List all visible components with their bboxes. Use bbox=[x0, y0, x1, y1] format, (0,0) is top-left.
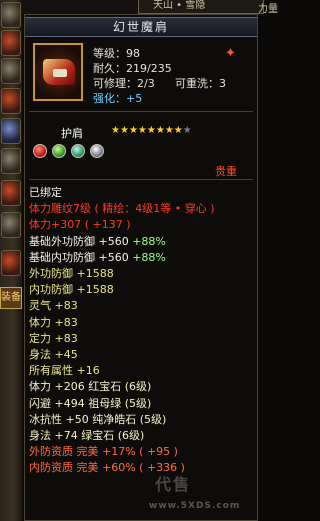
attribute-text: 体力 +83 bbox=[29, 315, 78, 329]
attribute-text: 外防资质 完美 +17% ( +95 ) bbox=[29, 445, 178, 459]
rewash-row: 可重洗：3 bbox=[175, 75, 226, 91]
divider bbox=[29, 111, 253, 112]
attribute-bonus: +88% bbox=[132, 250, 166, 264]
gem-red-icon[interactable] bbox=[33, 144, 47, 158]
rewash-value: 3 bbox=[219, 77, 226, 90]
attribute-text: 已绑定 bbox=[29, 186, 62, 199]
star-filled-icon: ★ bbox=[137, 125, 147, 136]
level-value: 98 bbox=[126, 47, 140, 60]
skill-slot-icon[interactable] bbox=[1, 2, 21, 28]
attribute-line: 基础内功防御 +560 +88% bbox=[29, 250, 166, 265]
star-filled-icon: ★ bbox=[164, 125, 174, 136]
attribute-line: 定力 +83 bbox=[29, 331, 78, 346]
rewash-label: 可重洗： bbox=[175, 77, 219, 90]
repair-value: 2/3 bbox=[137, 77, 155, 90]
attribute-line: 外功防御 +1588 bbox=[29, 266, 114, 281]
star-filled-icon: ★ bbox=[155, 125, 165, 136]
attribute-text: 基础外功防御 +560 bbox=[29, 234, 133, 248]
value-tag: 贵重 bbox=[215, 165, 237, 178]
shoulder-armor-icon bbox=[33, 43, 83, 101]
attribute-line: 闪避 +494 祖母绿 (5级) bbox=[29, 396, 151, 411]
attribute-text: 所有属性 +16 bbox=[29, 364, 100, 378]
durability-row: 耐久：219/235 bbox=[93, 60, 172, 76]
star-filled-icon: ★ bbox=[128, 125, 138, 136]
watermark: 代售 www.5XDS.com bbox=[149, 471, 275, 511]
star-filled-icon: ★ bbox=[119, 125, 129, 136]
item-name: 幻世魔肩 bbox=[25, 17, 257, 37]
attribute-line: 体力雕纹7级 ( 精绘：4级1等 • 穿心 ) bbox=[29, 201, 215, 216]
top-bar: 天山 • 雪隐 力量 bbox=[22, 0, 278, 15]
skill-slot-icon[interactable] bbox=[1, 148, 21, 174]
attribute-line: 身法 +74 绿宝石 (6级) bbox=[29, 428, 144, 443]
repair-row: 可修理：2/3 bbox=[93, 75, 155, 91]
attribute-line: 外防资质 完美 +17% ( +95 ) bbox=[29, 444, 178, 459]
attribute-bonus: +88% bbox=[132, 234, 166, 248]
attribute-line: 已绑定 bbox=[29, 185, 62, 200]
skill-slot-icon[interactable] bbox=[1, 118, 21, 144]
skill-slot-icon[interactable] bbox=[1, 30, 21, 56]
repair-label: 可修理： bbox=[93, 77, 137, 90]
location-tab[interactable]: 天山 • 雪隐 bbox=[138, 0, 264, 14]
durability-label: 耐久： bbox=[93, 62, 126, 75]
attribute-line: 冰抗性 +50 纯净皓石 (5级) bbox=[29, 412, 166, 427]
skill-slot-icon[interactable] bbox=[1, 212, 21, 238]
attribute-text: 身法 +45 bbox=[29, 348, 78, 361]
star-filled-icon: ★ bbox=[111, 125, 120, 136]
attribute-text: 外功防御 +1588 bbox=[29, 267, 114, 280]
item-tooltip: 幻世魔肩 等级：98 ✦ 耐久：219/235 可修理：2/3 可重洗：3 强化… bbox=[24, 14, 258, 521]
skill-slot-icon[interactable] bbox=[1, 58, 21, 84]
attribute-line: 体力 +83 bbox=[29, 315, 78, 330]
attribute-text: 内功防御 +1588 bbox=[29, 283, 114, 297]
top-edge-label: 力量 bbox=[258, 4, 278, 15]
skill-slot-icon[interactable] bbox=[1, 250, 21, 276]
attribute-text: 灵气 +83 bbox=[29, 299, 78, 313]
gem-green-icon[interactable] bbox=[52, 144, 66, 158]
watermark-text: 代售 bbox=[155, 475, 192, 494]
attribute-text: 基础内功防御 +560 bbox=[29, 250, 133, 264]
durability-value: 219/235 bbox=[126, 62, 172, 75]
gem-silver-icon[interactable] bbox=[90, 144, 104, 158]
attribute-line: 体力+307 ( +137 ) bbox=[29, 217, 131, 232]
attribute-line: 身法 +45 bbox=[29, 347, 78, 362]
attribute-line: 基础外功防御 +560 +88% bbox=[29, 234, 166, 249]
attribute-text: 体力雕纹7级 ( 精绘：4级1等 • 穿心 ) bbox=[29, 202, 215, 216]
star-filled-icon: ★ bbox=[146, 125, 156, 136]
star-rating: ★★★★★★★★★ bbox=[111, 125, 192, 136]
attribute-text: 身法 +74 绿宝石 (6级) bbox=[29, 429, 145, 442]
level-row: 等级：98 bbox=[93, 45, 140, 61]
skill-slot-icon[interactable] bbox=[1, 88, 21, 114]
watermark-domain: www.5XDS.com bbox=[149, 501, 241, 511]
attribute-text: 体力+307 ( +137 ) bbox=[29, 218, 131, 232]
star-empty-icon: ★ bbox=[182, 125, 192, 136]
attribute-line: 内功防御 +1588 bbox=[29, 282, 114, 297]
divider bbox=[29, 179, 253, 180]
attribute-text: 闪避 +494 祖母绿 (5级) bbox=[29, 396, 152, 410]
level-label: 等级： bbox=[93, 47, 126, 60]
gem-green2-icon[interactable] bbox=[71, 144, 85, 158]
enhance-row: 强化：+5 bbox=[93, 90, 142, 106]
attribute-line: 灵气 +83 bbox=[29, 298, 78, 313]
enhance-label: 强化： bbox=[93, 92, 126, 105]
equip-slot-label: 护肩 bbox=[61, 127, 83, 140]
enhance-value: +5 bbox=[126, 92, 143, 105]
attribute-text: 定力 +83 bbox=[29, 331, 78, 345]
attribute-line: 体力 +206 红宝石 (6级) bbox=[29, 379, 151, 394]
equipment-tab[interactable]: 装备 bbox=[0, 287, 22, 309]
skill-slot-icon[interactable] bbox=[1, 180, 21, 206]
attribute-text: 冰抗性 +50 纯净皓石 (5级) bbox=[29, 412, 167, 426]
left-toolbar: 装备 bbox=[0, 0, 22, 521]
fire-element-icon: ✦ bbox=[225, 46, 236, 61]
attribute-line: 所有属性 +16 bbox=[29, 363, 100, 378]
star-filled-icon: ★ bbox=[173, 125, 183, 136]
attribute-text: 体力 +206 红宝石 (6级) bbox=[29, 380, 152, 394]
